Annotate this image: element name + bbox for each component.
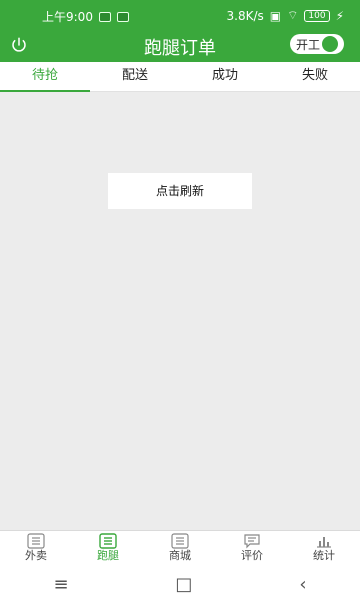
- sim-icon: ▣: [269, 8, 282, 23]
- wifi-icon: ⌔: [287, 8, 299, 22]
- battery-level: 100: [308, 10, 326, 21]
- document-icon: [27, 533, 45, 549]
- status-bar: 上午9:00 3.8K/s ▣ ⌔ 100 ⚡: [0, 0, 360, 28]
- toggle-knob: [322, 36, 338, 52]
- order-list-area: 点击刷新: [0, 92, 360, 530]
- app-header: 跑腿订单 开工: [0, 28, 360, 62]
- work-toggle[interactable]: 开工: [290, 34, 344, 54]
- order-tabs: 待抢 配送 成功 失败: [0, 62, 360, 92]
- nav-label-errand: 跑腿: [97, 549, 119, 562]
- nav-item-review[interactable]: 评价: [216, 531, 288, 569]
- comment-icon: [244, 534, 260, 549]
- status-time: 上午9:00: [42, 10, 93, 24]
- nav-item-mall[interactable]: 商城: [144, 531, 216, 569]
- document-icon: [99, 533, 117, 549]
- tab-pending[interactable]: 待抢: [0, 62, 90, 92]
- notification-icon: [98, 11, 111, 22]
- menu-icon[interactable]: ≡: [53, 574, 68, 595]
- charging-icon: ⚡: [335, 8, 344, 23]
- home-icon[interactable]: □: [175, 574, 192, 595]
- nav-label-takeout: 外卖: [25, 549, 47, 562]
- nav-item-takeout[interactable]: 外卖: [0, 531, 72, 569]
- tab-failed[interactable]: 失败: [270, 62, 360, 91]
- nav-item-stats[interactable]: 统计: [288, 531, 360, 569]
- work-toggle-label: 开工: [296, 37, 321, 52]
- back-icon[interactable]: ‹: [299, 574, 306, 595]
- tab-success[interactable]: 成功: [180, 62, 270, 91]
- bar-chart-icon: [317, 537, 331, 548]
- tab-delivering[interactable]: 配送: [90, 62, 180, 91]
- nav-label-review: 评价: [241, 549, 263, 562]
- nav-item-errand[interactable]: 跑腿: [72, 531, 144, 569]
- nav-label-mall: 商城: [169, 549, 191, 562]
- network-speed: 3.8K/s: [226, 8, 264, 23]
- notification-icon: [116, 11, 129, 22]
- document-icon: [171, 533, 189, 549]
- status-left: 上午9:00: [42, 8, 129, 25]
- status-right: 3.8K/s ▣ ⌔ 100 ⚡: [227, 8, 345, 23]
- bottom-navigation: 外卖 跑腿 商城 评价 统计: [0, 530, 360, 569]
- refresh-button[interactable]: 点击刷新: [108, 173, 252, 209]
- nav-label-stats: 统计: [313, 549, 335, 562]
- battery-icon: 100: [304, 9, 330, 22]
- system-navigation-bar: ≡ □ ‹: [0, 568, 360, 600]
